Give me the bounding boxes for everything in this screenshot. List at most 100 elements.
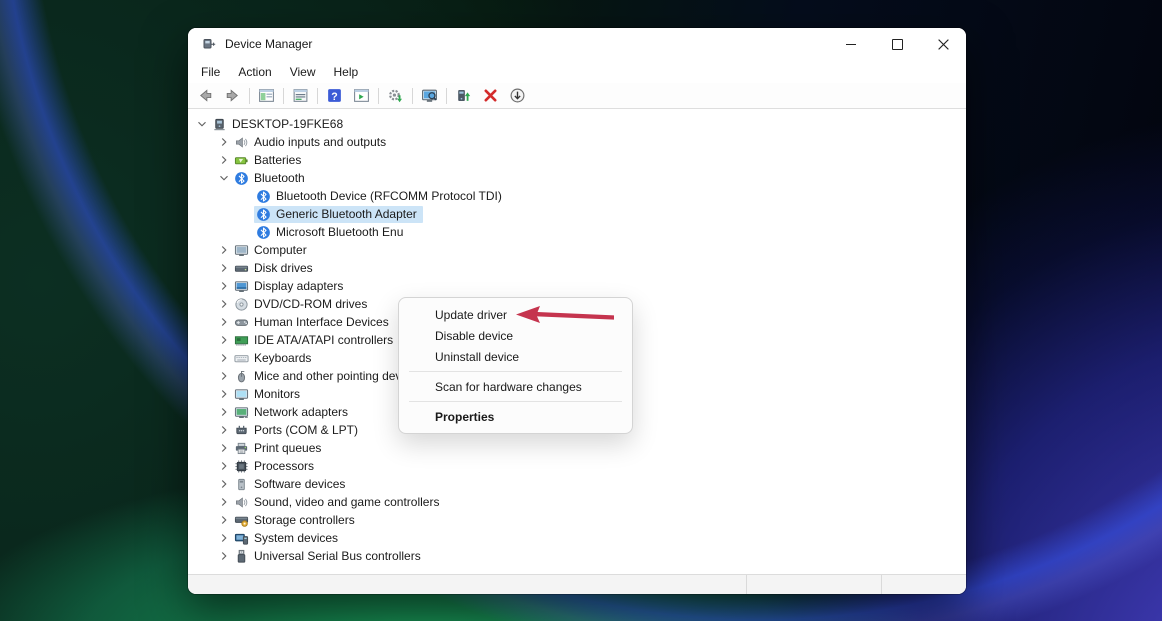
window-controls — [828, 28, 966, 60]
tree-item-audio-inputs-and-outputs[interactable]: Audio inputs and outputs — [188, 133, 966, 151]
tree-item-microsoft-bluetooth-enu[interactable]: Microsoft Bluetooth Enu — [188, 223, 966, 241]
tree-item-desktop-19fke68[interactable]: DESKTOP-19FKE68 — [188, 115, 966, 133]
tree-item-universal-serial-bus-controllers[interactable]: Universal Serial Bus controllers — [188, 547, 966, 565]
toolbar-button-properties-sheet[interactable] — [287, 85, 314, 107]
toolbar: ? — [188, 83, 966, 109]
keyboard-icon — [234, 351, 249, 366]
tree-item-body[interactable]: Network adapters — [232, 404, 354, 421]
tree-item-sound-video-and-game-controllers[interactable]: Sound, video and game controllers — [188, 493, 966, 511]
tree-item-body[interactable]: System devices — [232, 530, 344, 547]
chevron-right-icon[interactable] — [216, 243, 232, 258]
tree-item-body[interactable]: Bluetooth — [232, 170, 311, 187]
toolbar-separator — [378, 88, 379, 104]
toolbar-button-forward[interactable] — [219, 85, 246, 107]
chevron-right-icon[interactable] — [216, 423, 232, 438]
chevron-right-icon[interactable] — [216, 459, 232, 474]
tree-item-body[interactable]: Audio inputs and outputs — [232, 134, 392, 151]
display-icon — [234, 279, 249, 294]
tree-item-label: Microsoft Bluetooth Enu — [276, 225, 403, 239]
maximize-button[interactable] — [874, 28, 920, 60]
chevron-right-icon — [217, 405, 231, 419]
toolbar-button-back[interactable] — [192, 85, 219, 107]
chevron-right-icon[interactable] — [216, 405, 232, 420]
chevron-right-icon[interactable] — [216, 549, 232, 564]
tree-item-body[interactable]: Bluetooth Device (RFCOMM Protocol TDI) — [254, 188, 508, 205]
menu-view[interactable]: View — [281, 63, 325, 81]
tree-item-generic-bluetooth-adapter[interactable]: Generic Bluetooth Adapter — [188, 205, 966, 223]
chevron-right-icon[interactable] — [216, 279, 232, 294]
usb-icon — [234, 549, 249, 564]
chevron-right-icon — [217, 243, 231, 257]
tree-item-body[interactable]: Ports (COM & LPT) — [232, 422, 364, 439]
chevron-right-icon[interactable] — [216, 261, 232, 276]
tree-item-body[interactable]: IDE ATA/ATAPI controllers — [232, 332, 399, 349]
menu-help[interactable]: Help — [325, 63, 368, 81]
chevron-right-icon[interactable] — [216, 513, 232, 528]
tree-item-body[interactable]: Microsoft Bluetooth Enu — [254, 224, 409, 241]
tree-item-body[interactable]: Software devices — [232, 476, 351, 493]
chevron-right-icon[interactable] — [216, 477, 232, 492]
tree-item-body[interactable]: Computer — [232, 242, 313, 259]
context-menu-item-disable-device[interactable]: Disable device — [399, 325, 632, 346]
chevron-down-icon[interactable] — [216, 171, 232, 186]
tree-item-body[interactable]: Monitors — [232, 386, 306, 403]
bluetooth-icon — [256, 225, 271, 240]
chevron-right-icon[interactable] — [216, 297, 232, 312]
tree-item-computer[interactable]: Computer — [188, 241, 966, 259]
tree-item-body[interactable]: Disk drives — [232, 260, 319, 277]
tree-item-body[interactable]: Processors — [232, 458, 320, 475]
tree-item-body[interactable]: Storage controllers — [232, 512, 361, 529]
tree-item-print-queues[interactable]: Print queues — [188, 439, 966, 457]
toolbar-button-scan-hardware-changes[interactable] — [382, 85, 409, 107]
tree-item-processors[interactable]: Processors — [188, 457, 966, 475]
usb-icon — [234, 549, 249, 564]
toolbar-button-uninstall-device[interactable] — [477, 85, 504, 107]
chevron-right-icon[interactable] — [216, 153, 232, 168]
chevron-right-icon[interactable] — [216, 495, 232, 510]
chevron-right-icon — [217, 333, 231, 347]
close-button[interactable] — [920, 28, 966, 60]
tree-item-display-adapters[interactable]: Display adapters — [188, 277, 966, 295]
chevron-right-icon[interactable] — [216, 351, 232, 366]
toolbar-button-show-console-tree[interactable] — [253, 85, 280, 107]
selected-tree-item-highlight[interactable]: Generic Bluetooth Adapter — [254, 206, 423, 223]
tree-item-body[interactable]: Batteries — [232, 152, 307, 169]
context-menu-item-update-driver[interactable]: Update driver — [399, 304, 632, 325]
tree-item-body[interactable]: DESKTOP-19FKE68 — [210, 116, 349, 133]
tree-item-software-devices[interactable]: Software devices — [188, 475, 966, 493]
chevron-right-icon[interactable] — [216, 531, 232, 546]
toolbar-button-update-driver[interactable] — [450, 85, 477, 107]
chevron-right-icon[interactable] — [216, 135, 232, 150]
tree-item-body[interactable]: Keyboards — [232, 350, 317, 367]
tree-item-bluetooth-device-rfcomm-protocol-tdi[interactable]: Bluetooth Device (RFCOMM Protocol TDI) — [188, 187, 966, 205]
menu-action[interactable]: Action — [229, 63, 280, 81]
tree-item-body[interactable]: DVD/CD-ROM drives — [232, 296, 373, 313]
tree-item-disk-drives[interactable]: Disk drives — [188, 259, 966, 277]
tree-item-batteries[interactable]: Batteries — [188, 151, 966, 169]
tree-item-body[interactable]: Display adapters — [232, 278, 349, 295]
minimize-button[interactable] — [828, 28, 874, 60]
toolbar-button-help-topics[interactable] — [348, 85, 375, 107]
context-menu-item-scan-hardware-changes[interactable]: Scan for hardware changes — [399, 376, 632, 397]
chevron-right-icon[interactable] — [216, 333, 232, 348]
tree-item-body[interactable]: Print queues — [232, 440, 327, 457]
context-menu-item-properties[interactable]: Properties — [399, 406, 632, 427]
chevron-right-icon[interactable] — [216, 387, 232, 402]
context-menu-item-uninstall-device[interactable]: Uninstall device — [399, 346, 632, 367]
toolbar-button-help[interactable]: ? — [321, 85, 348, 107]
tree-item-body[interactable]: Human Interface Devices — [232, 314, 395, 331]
chevron-right-icon — [217, 261, 231, 275]
chevron-right-icon — [217, 369, 231, 383]
chevron-right-icon[interactable] — [216, 315, 232, 330]
tree-item-storage-controllers[interactable]: Storage controllers — [188, 511, 966, 529]
tree-item-body[interactable]: Sound, video and game controllers — [232, 494, 445, 511]
toolbar-button-computer-search[interactable] — [416, 85, 443, 107]
chevron-right-icon[interactable] — [216, 441, 232, 456]
chevron-down-icon[interactable] — [194, 117, 210, 132]
chevron-right-icon[interactable] — [216, 369, 232, 384]
tree-item-system-devices[interactable]: System devices — [188, 529, 966, 547]
menu-file[interactable]: File — [192, 63, 229, 81]
tree-item-body[interactable]: Universal Serial Bus controllers — [232, 548, 427, 565]
tree-item-bluetooth[interactable]: Bluetooth — [188, 169, 966, 187]
toolbar-button-disable-device[interactable] — [504, 85, 531, 107]
